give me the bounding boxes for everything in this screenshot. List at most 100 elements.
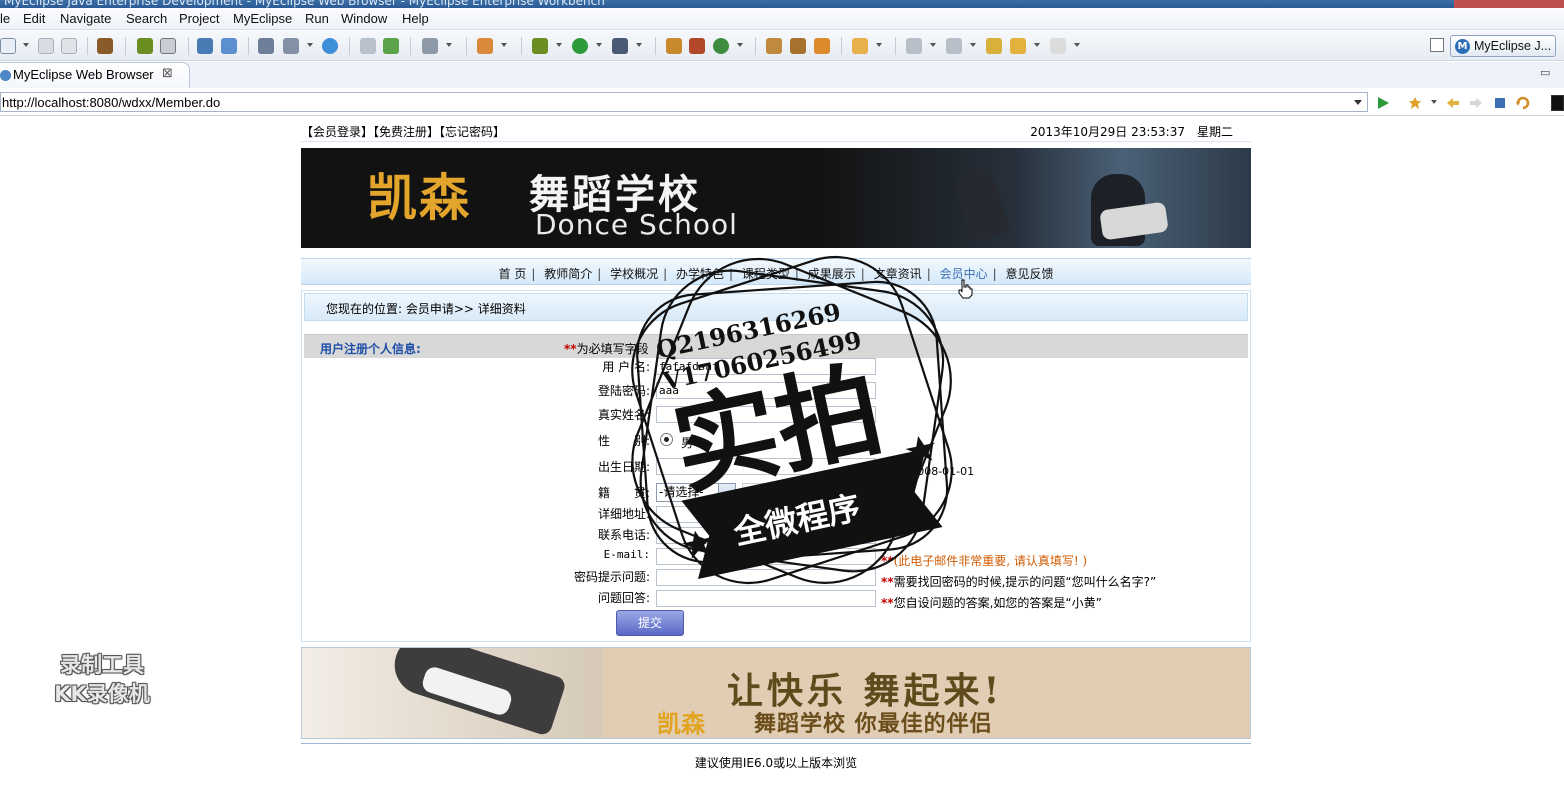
menu-search[interactable]: Search (126, 11, 167, 26)
camera-icon[interactable] (422, 38, 438, 54)
external-tools-icon[interactable] (612, 38, 628, 54)
question-note: **需要找回密码的时候,提示的问题“您叫什么名字?” (881, 575, 1157, 589)
window-title: MyEclipse Java Enterprise Development - … (4, 0, 605, 8)
banner2-brand: 凯森 (657, 709, 705, 738)
new-project-icon[interactable] (666, 38, 682, 54)
email-note: **(此电子邮件非常重要, 请认真填写! ) (881, 554, 1088, 568)
answer-label: 问题回答: (597, 591, 650, 605)
origin-select[interactable]: -请选择- (656, 483, 736, 502)
menu-window[interactable]: Window (341, 11, 387, 26)
minimize-maximize-icon[interactable]: ▭ (1540, 66, 1550, 79)
username-input[interactable] (656, 358, 876, 375)
nav-home[interactable]: 首 页 (499, 267, 527, 281)
footer-banner: 让快乐 舞起来! 凯森 舞蹈学校 你最佳的伴侣 (301, 647, 1251, 739)
open-folder-icon[interactable] (766, 38, 782, 54)
package-icon[interactable] (97, 38, 113, 54)
nav-courses[interactable]: 课程类型 (742, 267, 790, 281)
menu-file[interactable]: le (0, 11, 10, 26)
run-icon[interactable] (572, 38, 588, 54)
open-perspective-icon[interactable] (1430, 38, 1444, 52)
password-label: 登陆密码: (597, 384, 650, 398)
stop-icon[interactable] (1493, 96, 1507, 110)
header-banner: 凯森 舞蹈学校 Donce School (301, 148, 1251, 248)
free-register-link[interactable]: 【免费注册】 (373, 125, 439, 139)
browser-forward-icon[interactable] (1469, 96, 1483, 110)
city-select[interactable] (742, 483, 822, 502)
question-input[interactable] (656, 569, 876, 586)
realname-input[interactable] (656, 406, 876, 423)
window-titlebar: MyEclipse Java Enterprise Development - … (0, 0, 1564, 8)
next-annotation-icon[interactable] (906, 38, 922, 54)
footer-divider (301, 743, 1251, 744)
refresh-icon[interactable] (1516, 96, 1530, 110)
url-dropdown-icon[interactable] (1354, 100, 1362, 105)
bug-icon[interactable] (137, 38, 153, 54)
banner-brand: 凯森 (367, 168, 471, 227)
new-icon[interactable] (0, 38, 16, 54)
browser-back-icon[interactable] (1446, 96, 1460, 110)
submit-button[interactable]: 提交 (616, 610, 684, 636)
console-icon[interactable] (1551, 95, 1564, 111)
globe-icon[interactable] (322, 38, 338, 54)
menu-project[interactable]: Project (179, 11, 219, 26)
folder-icon[interactable] (852, 38, 868, 54)
breadcrumb: 您现在的位置: 会员申请>> 详细资料 (304, 293, 1248, 321)
deploy2-icon[interactable] (221, 38, 237, 54)
url-field-box (0, 92, 1368, 112)
nav-articles[interactable]: 文章资讯 (874, 267, 922, 281)
close-tab-icon[interactable]: ⊠ (162, 66, 173, 81)
nav-teachers[interactable]: 教师简介 (544, 267, 592, 281)
window-controls[interactable] (1454, 0, 1564, 8)
gender-male-radio[interactable] (660, 433, 673, 446)
menu-run[interactable]: Run (305, 11, 329, 26)
briefcase-icon[interactable] (814, 38, 830, 54)
menu-edit[interactable]: Edit (23, 11, 45, 26)
phone-input[interactable] (656, 527, 876, 544)
forward-icon[interactable] (1050, 38, 1066, 54)
back-icon[interactable] (1010, 38, 1026, 54)
footer-text: 建议使用IE6.0或以上版本浏览 (694, 756, 858, 770)
menu-help[interactable]: Help (402, 11, 429, 26)
go-icon[interactable] (1376, 96, 1390, 110)
answer-input[interactable] (656, 590, 876, 607)
member-login-link[interactable]: 【会员登录】 (301, 125, 373, 139)
new-package-icon[interactable] (689, 38, 705, 54)
nav-member-center[interactable]: 会员中心 (940, 267, 988, 281)
wizard-icon[interactable] (258, 38, 274, 54)
birthday-label: 出生日期: (597, 460, 650, 474)
server-icon[interactable] (160, 38, 176, 54)
deploy-icon[interactable] (197, 38, 213, 54)
email-input[interactable] (656, 548, 876, 565)
tab-web-browser[interactable]: MyEclipse Web Browser ⊠ (0, 62, 190, 88)
prev-annotation-icon[interactable] (946, 38, 962, 54)
email-label: E-mail: (603, 548, 650, 561)
password-input[interactable] (656, 382, 876, 399)
tool-icon[interactable] (477, 38, 493, 54)
favorites-icon[interactable] (1408, 96, 1422, 110)
pen-icon[interactable] (790, 38, 806, 54)
nav-features[interactable]: 办学特色 (676, 267, 724, 281)
print-icon[interactable] (61, 38, 77, 54)
add-icon[interactable] (383, 38, 399, 54)
forgot-password-link[interactable]: 【忘记密码】 (439, 125, 505, 139)
nav-results[interactable]: 成果展示 (808, 267, 856, 281)
phone-label: 联系电话: (597, 528, 650, 542)
nav-about[interactable]: 学校概况 (610, 267, 658, 281)
perspective-button[interactable]: M MyEclipse J... (1450, 35, 1556, 57)
save-icon[interactable] (38, 38, 54, 54)
menu-myeclipse[interactable]: MyEclipse (233, 11, 292, 26)
debug-icon[interactable] (532, 38, 548, 54)
nav-feedback[interactable]: 意见反馈 (1005, 267, 1053, 281)
wizard2-icon[interactable] (283, 38, 299, 54)
birthday-input[interactable] (656, 458, 876, 475)
new-class-icon[interactable] (713, 38, 729, 54)
open-type-icon[interactable] (360, 38, 376, 54)
url-input[interactable] (1, 93, 1341, 111)
browser-icon (0, 70, 11, 81)
last-edit-icon[interactable] (986, 38, 1002, 54)
gender-male-label: 男 (681, 436, 694, 450)
chevron-down-icon (718, 484, 735, 501)
address-input[interactable] (656, 506, 876, 523)
menu-navigate[interactable]: Navigate (60, 11, 111, 26)
form-title: 用户注册个人信息: (320, 342, 421, 356)
